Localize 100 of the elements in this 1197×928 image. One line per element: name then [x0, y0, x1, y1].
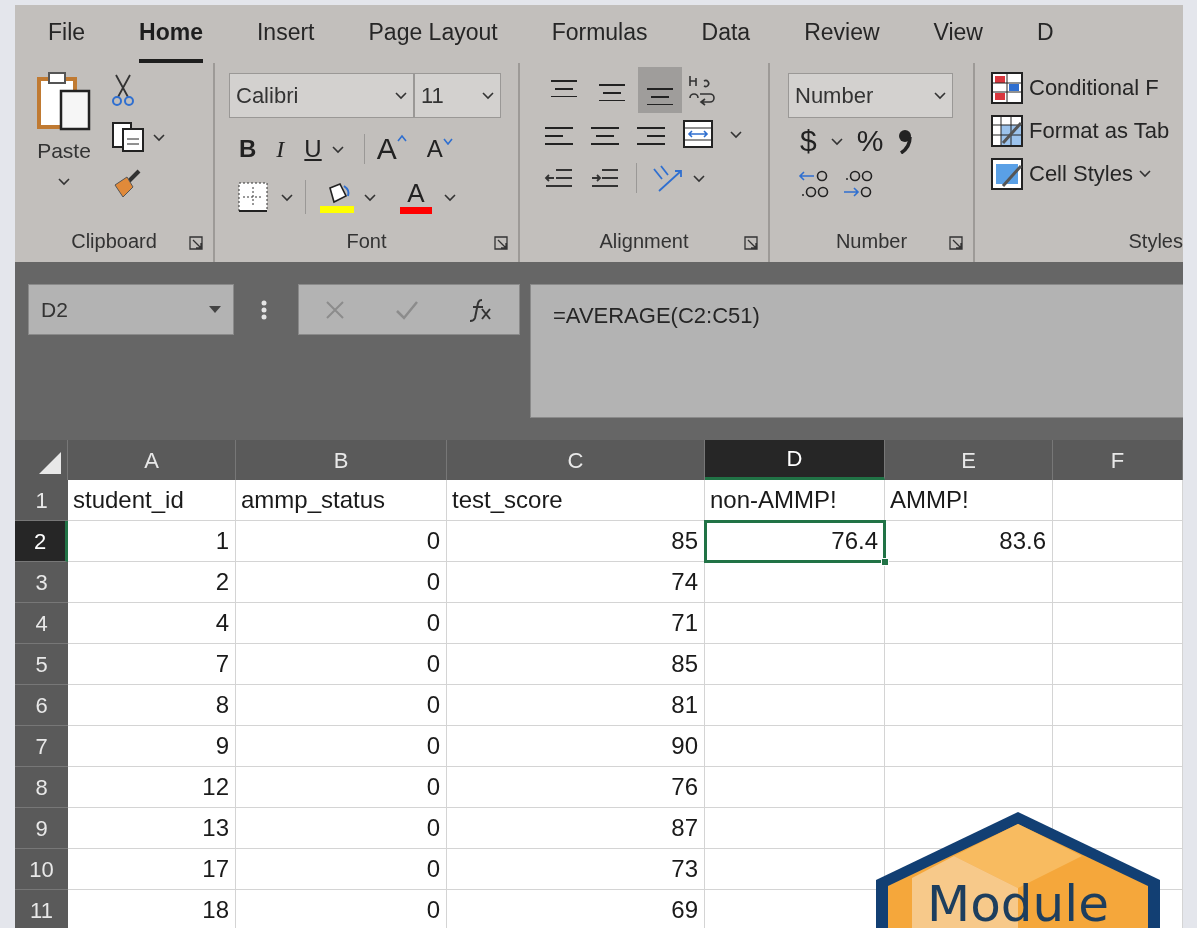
align-button[interactable] — [638, 67, 682, 113]
caret-icon[interactable] — [482, 91, 494, 100]
borders-icon[interactable] — [237, 181, 269, 213]
ribbon-tab[interactable]: Review — [804, 14, 880, 63]
table-cell: 2 — [68, 562, 236, 603]
ribbon-tab[interactable]: Formulas — [551, 14, 648, 63]
caret-icon — [1138, 169, 1151, 178]
group-label: Alignment — [599, 229, 689, 254]
launcher-icon[interactable] — [189, 236, 203, 250]
caret-icon[interactable] — [281, 192, 293, 202]
row-header[interactable]: 9 — [15, 808, 68, 849]
currency-button[interactable]: $ — [800, 126, 817, 156]
font-name-field[interactable]: Calibri — [229, 73, 414, 118]
formula-field[interactable]: =AVERAGE(C2:C51) — [530, 284, 1183, 418]
table-cell: student_id — [68, 480, 236, 521]
table-cell: 1 — [68, 521, 236, 562]
table-cell: 0 — [236, 808, 447, 849]
table-cell: 73 — [447, 849, 705, 890]
wrap-text-icon[interactable] — [686, 74, 716, 106]
styles-button[interactable]: Format as Tab — [991, 114, 1183, 147]
orientation-icon[interactable] — [651, 163, 685, 193]
underline-button[interactable]: U — [304, 131, 322, 167]
shrink-font-button[interactable]: A — [426, 137, 453, 161]
column-header[interactable]: A — [68, 440, 236, 480]
italic-button[interactable]: I — [276, 131, 285, 167]
cell-style-icon — [991, 157, 1023, 190]
caret-down-icon — [442, 137, 453, 145]
caret-icon[interactable] — [364, 192, 376, 202]
caret-icon[interactable] — [395, 91, 407, 100]
styles-button[interactable]: Cell Styles — [991, 157, 1183, 190]
table-cell: 0 — [236, 603, 447, 644]
column-header[interactable]: F — [1053, 440, 1183, 480]
table-cell: test_score — [447, 480, 705, 521]
select-all-button[interactable] — [15, 440, 68, 480]
caret-up-icon — [396, 134, 407, 142]
table-cell: 7 — [68, 644, 236, 685]
row-header[interactable]: 10 — [15, 849, 68, 890]
font-color-button[interactable]: A — [400, 180, 432, 214]
ribbon-tab[interactable]: D — [1037, 14, 1054, 63]
fill-color-icon[interactable] — [320, 180, 354, 214]
caret-icon[interactable] — [934, 91, 946, 100]
table-cell: 0 — [236, 685, 447, 726]
caret-icon[interactable] — [331, 144, 344, 154]
table-cell: 12 — [68, 767, 236, 808]
column-header[interactable]: B — [236, 440, 447, 480]
table-cell: AMMP! — [885, 480, 1053, 521]
group-label: Number — [835, 229, 908, 254]
formula-text: =AVERAGE(C2:C51) — [553, 303, 760, 328]
launcher-icon[interactable] — [949, 236, 963, 250]
more-icon[interactable] — [261, 300, 267, 320]
ribbon-tab[interactable]: Data — [701, 14, 751, 63]
caret-icon[interactable] — [58, 176, 70, 186]
ribbon-tab[interactable]: Insert — [256, 14, 315, 63]
styles-button[interactable]: Conditional F — [991, 71, 1183, 104]
table-cell: ammp_status — [236, 480, 447, 521]
decrease-indent-icon[interactable] — [544, 166, 574, 190]
row-header[interactable]: 2 — [15, 521, 68, 562]
caret-icon[interactable] — [693, 173, 705, 183]
row-header[interactable]: 4 — [15, 603, 68, 644]
column-header[interactable]: C — [447, 440, 705, 480]
table-cell: 0 — [236, 890, 447, 928]
table-cell: 0 — [236, 849, 447, 890]
copy-icon[interactable] — [111, 121, 145, 153]
paste-button[interactable]: Paste — [35, 71, 93, 167]
comma-style-icon[interactable] — [897, 128, 914, 154]
table-cell: 83.6 — [885, 521, 1053, 562]
table-cell: 18 — [68, 890, 236, 928]
name-box[interactable]: D2 — [28, 284, 234, 335]
table-cell: 81 — [447, 685, 705, 726]
caret-icon[interactable] — [153, 132, 165, 142]
column-header[interactable]: D — [705, 440, 885, 480]
row-header[interactable]: 8 — [15, 767, 68, 808]
row-header[interactable]: 11 — [15, 890, 68, 928]
table-cell: 17 — [68, 849, 236, 890]
font-size-field[interactable]: 11 — [414, 73, 501, 118]
row-header[interactable]: 6 — [15, 685, 68, 726]
grow-font-button[interactable]: A — [363, 134, 407, 164]
table-cell: 69 — [447, 890, 705, 928]
column-header[interactable]: E — [885, 440, 1053, 480]
caret-icon[interactable] — [444, 192, 456, 202]
bold-button[interactable]: B — [239, 131, 257, 167]
table-cell: 87 — [447, 808, 705, 849]
row-header[interactable]: 1 — [15, 480, 68, 521]
caret-icon[interactable] — [730, 129, 742, 139]
increase-indent-icon[interactable] — [590, 166, 620, 190]
cell-reference: D2 — [41, 296, 68, 323]
scissors-icon[interactable] — [111, 73, 135, 107]
ribbon-tab[interactable]: Page Layout — [368, 14, 498, 63]
merge-icon[interactable] — [682, 119, 714, 149]
percent-button[interactable]: % — [856, 126, 884, 156]
ribbon-tab[interactable]: File — [48, 14, 86, 63]
ribbon-tab[interactable]: View — [933, 14, 983, 63]
row-header[interactable]: 3 — [15, 562, 68, 603]
row-header[interactable]: 5 — [15, 644, 68, 685]
number-format-field[interactable]: Number — [788, 73, 953, 118]
row-header[interactable]: 7 — [15, 726, 68, 767]
launcher-icon[interactable] — [494, 236, 508, 250]
launcher-icon[interactable] — [744, 236, 758, 250]
caret-icon[interactable] — [830, 136, 843, 146]
ribbon-tab[interactable]: Home — [139, 14, 203, 63]
